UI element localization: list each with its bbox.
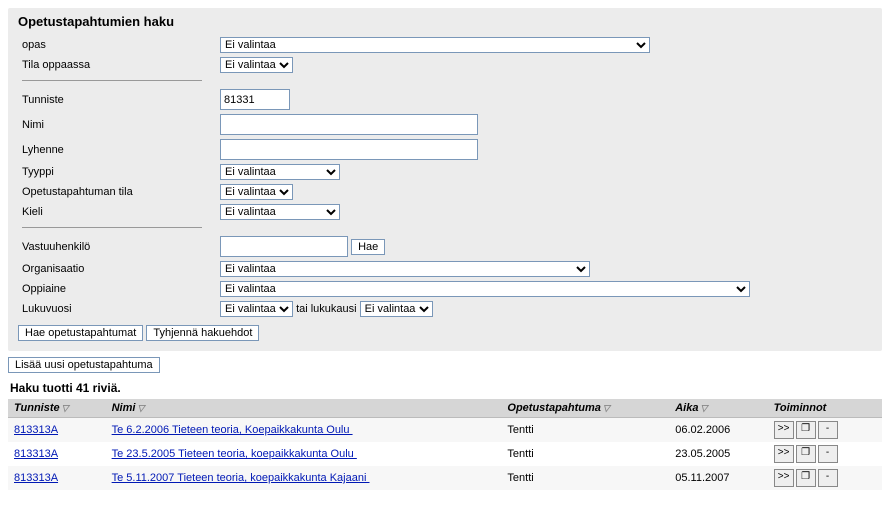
tyhjenna-hakuehdot-button[interactable]: Tyhjennä hakuehdot <box>146 325 259 341</box>
tunniste-input[interactable] <box>220 89 290 110</box>
col-tunniste[interactable]: Tunniste▽ <box>8 399 106 418</box>
oppiaine-label: Oppiaine <box>18 279 216 299</box>
nimi-link[interactable]: Te 6.2.2006 Tieteen teoria, Koepaikkakun… <box>112 424 353 436</box>
sort-icon: ▽ <box>700 403 707 413</box>
tunniste-link[interactable]: 813313A <box>14 424 58 436</box>
opetustapahtuma-cell: Tentti <box>501 466 669 490</box>
nimi-label: Nimi <box>18 112 216 137</box>
vastuuhenkilo-label: Vastuuhenkilö <box>18 234 216 259</box>
results-heading: Haku tuotti 41 riviä. <box>10 381 882 395</box>
aika-cell: 06.02.2006 <box>669 418 767 443</box>
forward-icon[interactable]: >> <box>774 469 794 487</box>
separator <box>22 80 202 81</box>
kieli-select[interactable]: Ei valintaa <box>220 204 340 220</box>
copy-icon[interactable]: ❐ <box>796 421 816 439</box>
table-row: 813313A Te 6.2.2006 Tieteen teoria, Koepa… <box>8 418 882 443</box>
col-opetustapahtuma[interactable]: Opetustapahtuma▽ <box>501 399 669 418</box>
sort-icon: ▽ <box>137 403 144 413</box>
opetustapahtuman-tila-label: Opetustapahtuman tila <box>18 182 216 202</box>
sort-icon: ▽ <box>603 403 610 413</box>
opetustapahtuma-cell: Tentti <box>501 418 669 443</box>
kieli-label: Kieli <box>18 202 216 222</box>
forward-icon[interactable]: >> <box>774 421 794 439</box>
lukukausi-select[interactable]: Ei valintaa <box>360 301 433 317</box>
copy-icon[interactable]: ❐ <box>796 445 816 463</box>
tila-oppaassa-label: Tila oppaassa <box>18 55 216 75</box>
tyyppi-select[interactable]: Ei valintaa <box>220 164 340 180</box>
col-aika[interactable]: Aika▽ <box>669 399 767 418</box>
minus-icon[interactable]: - <box>818 445 838 463</box>
table-row: 813313A Te 5.11.2007 Tieteen teoria, koep… <box>8 466 882 490</box>
col-toiminnot: Toiminnot <box>768 399 882 418</box>
tai-lukukausi-label: tai lukukausi <box>296 303 357 315</box>
forward-icon[interactable]: >> <box>774 445 794 463</box>
hae-opetustapahtumat-button[interactable]: Hae opetustapahtumat <box>18 325 143 341</box>
copy-icon[interactable]: ❐ <box>796 469 816 487</box>
tunniste-link[interactable]: 813313A <box>14 448 58 460</box>
tila-oppaassa-select[interactable]: Ei valintaa <box>220 57 293 73</box>
organisaatio-label: Organisaatio <box>18 259 216 279</box>
tyyppi-label: Tyyppi <box>18 162 216 182</box>
search-panel: Opetustapahtumien haku opas Ei valintaa … <box>8 8 882 351</box>
results-table: Tunniste▽ Nimi▽ Opetustapahtuma▽ Aika▽ T… <box>8 399 882 490</box>
nimi-link[interactable]: Te 5.11.2007 Tieteen teoria, koepaikkaku… <box>112 472 370 484</box>
search-form: opas Ei valintaa Tila oppaassa Ei valint… <box>18 35 754 319</box>
opas-label: opas <box>18 35 216 55</box>
minus-icon[interactable]: - <box>818 421 838 439</box>
aika-cell: 23.05.2005 <box>669 442 767 466</box>
sort-icon: ▽ <box>62 403 69 413</box>
aika-cell: 05.11.2007 <box>669 466 767 490</box>
opetustapahtuman-tila-select[interactable]: Ei valintaa <box>220 184 293 200</box>
nimi-link[interactable]: Te 23.5.2005 Tieteen teoria, koepaikkaku… <box>112 448 357 460</box>
col-nimi[interactable]: Nimi▽ <box>106 399 502 418</box>
lyhenne-label: Lyhenne <box>18 137 216 162</box>
nimi-input[interactable] <box>220 114 478 135</box>
opetustapahtuma-cell: Tentti <box>501 442 669 466</box>
vastuuhenkilo-input[interactable] <box>220 236 348 257</box>
minus-icon[interactable]: - <box>818 469 838 487</box>
tunniste-link[interactable]: 813313A <box>14 472 58 484</box>
separator <box>22 227 202 228</box>
lukuvuosi-select[interactable]: Ei valintaa <box>220 301 293 317</box>
lyhenne-input[interactable] <box>220 139 478 160</box>
lukuvuosi-label: Lukuvuosi <box>18 299 216 319</box>
opas-select[interactable]: Ei valintaa <box>220 37 650 53</box>
page-title: Opetustapahtumien haku <box>18 14 872 29</box>
lisaa-uusi-button[interactable]: Lisää uusi opetustapahtuma <box>8 357 160 373</box>
oppiaine-select[interactable]: Ei valintaa <box>220 281 750 297</box>
organisaatio-select[interactable]: Ei valintaa <box>220 261 590 277</box>
tunniste-label: Tunniste <box>18 87 216 112</box>
vastuuhenkilo-hae-button[interactable]: Hae <box>351 239 385 255</box>
table-row: 813313A Te 23.5.2005 Tieteen teoria, koep… <box>8 442 882 466</box>
